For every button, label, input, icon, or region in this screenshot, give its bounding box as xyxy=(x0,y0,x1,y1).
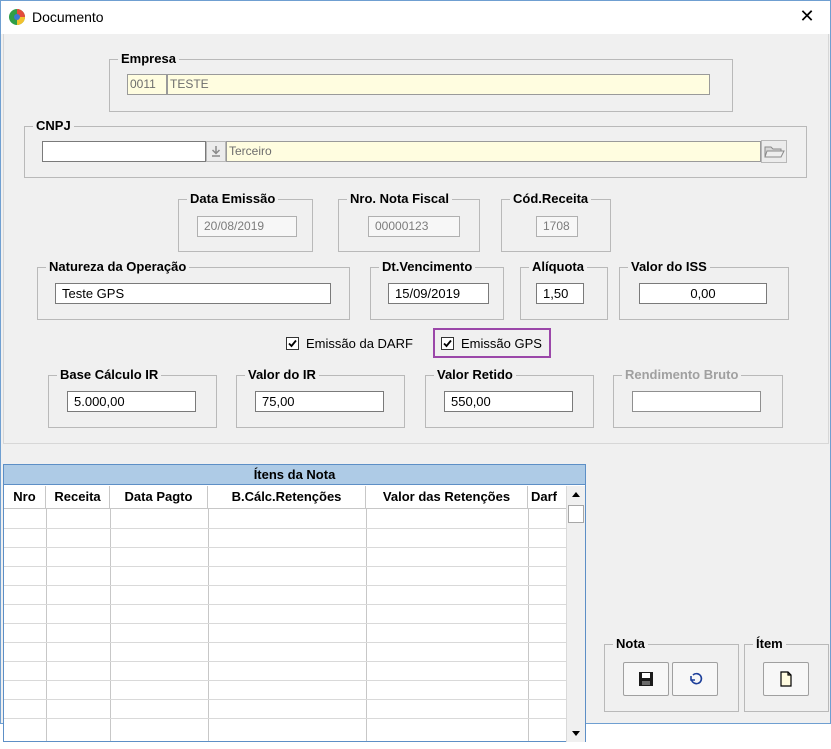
rendimento-bruto-legend: Rendimento Bruto xyxy=(625,367,739,382)
valor-ir-input[interactable]: 75,00 xyxy=(255,391,384,412)
title-bar: Documento ✕ xyxy=(1,1,830,34)
scroll-thumb[interactable] xyxy=(568,505,584,523)
items-grid-header: Nro Receita Data Pagto B.Cálc.Retenções … xyxy=(4,486,567,509)
data-emissao-field: 20/08/2019 xyxy=(197,216,297,237)
nota-legend: Nota xyxy=(616,636,645,651)
grid-column-line xyxy=(110,509,111,741)
folder-open-icon xyxy=(764,146,785,158)
items-grid[interactable]: Ítens da Nota Nro Receita Data Pagto B.C… xyxy=(3,464,586,742)
column-header-bcalc-retencoes[interactable]: B.Cálc.Retenções xyxy=(208,486,366,509)
scroll-down-icon xyxy=(572,731,580,736)
new-item-button[interactable] xyxy=(763,662,809,696)
cod-receita-field: 1708 xyxy=(536,216,578,237)
emissao-darf-checkbox[interactable]: Emissão da DARF xyxy=(286,336,426,354)
app-globe-icon xyxy=(9,9,25,25)
grid-row-line xyxy=(4,642,566,643)
cnpj-type-field: Terceiro xyxy=(226,141,761,162)
checkmark-icon xyxy=(441,337,454,350)
data-emissao-legend: Data Emissão xyxy=(190,191,276,206)
undo-button[interactable] xyxy=(672,662,718,696)
aliquota-legend: Alíquota xyxy=(532,259,584,274)
save-disk-icon xyxy=(639,672,653,686)
close-button[interactable]: ✕ xyxy=(784,1,830,32)
base-calculo-input[interactable]: 5.000,00 xyxy=(67,391,196,412)
save-button[interactable] xyxy=(623,662,669,696)
grid-row-line xyxy=(4,661,566,662)
scroll-up-icon xyxy=(572,492,580,497)
cnpj-legend: CNPJ xyxy=(36,118,71,133)
natureza-legend: Natureza da Operação xyxy=(49,259,187,274)
close-icon: ✕ xyxy=(799,6,815,26)
cnpj-input[interactable] xyxy=(42,141,206,162)
scroll-down-button[interactable] xyxy=(567,724,585,742)
scroll-up-button[interactable] xyxy=(567,486,585,504)
grid-row-line xyxy=(4,699,566,700)
dt-vencimento-legend: Dt.Vencimento xyxy=(382,259,473,274)
valor-ir-legend: Valor do IR xyxy=(248,367,316,382)
column-header-valor-retencoes[interactable]: Valor das Retenções xyxy=(366,486,528,509)
base-calculo-legend: Base Cálculo IR xyxy=(60,367,159,382)
valor-iss-legend: Valor do ISS xyxy=(631,259,707,274)
grid-row-line xyxy=(4,566,566,567)
grid-row-line xyxy=(4,680,566,681)
grid-column-line xyxy=(528,509,529,741)
column-header-nro[interactable]: Nro xyxy=(4,486,46,509)
empresa-name-field: TESTE xyxy=(167,74,710,95)
valor-retido-input[interactable]: 550,00 xyxy=(444,391,573,412)
grid-column-line xyxy=(46,509,47,741)
client-area: Empresa 0011 TESTE CNPJ Terceiro Data Em… xyxy=(3,34,829,742)
item-legend: Ítem xyxy=(756,636,783,651)
grid-row-line xyxy=(4,623,566,624)
document-window: Documento ✕ Empresa 0011 TESTE CNPJ Terc… xyxy=(0,0,831,742)
dt-vencimento-input[interactable]: 15/09/2019 xyxy=(388,283,489,304)
grid-row-line xyxy=(4,585,566,586)
emissao-gps-label: Emissão GPS xyxy=(461,336,542,351)
empresa-code-field: 0011 xyxy=(127,74,167,95)
cod-receita-legend: Cód.Receita xyxy=(513,191,589,206)
grid-column-line xyxy=(208,509,209,741)
dropdown-arrow-icon xyxy=(211,146,221,157)
document-header-panel: Empresa 0011 TESTE CNPJ Terceiro Data Em… xyxy=(3,34,829,444)
grid-row-line xyxy=(4,528,566,529)
grid-column-line xyxy=(366,509,367,741)
grid-row-line xyxy=(4,604,566,605)
grid-row-line xyxy=(4,547,566,548)
window-title: Documento xyxy=(32,9,104,25)
valor-retido-legend: Valor Retido xyxy=(437,367,513,382)
column-header-data-pagto[interactable]: Data Pagto xyxy=(110,486,208,509)
column-header-darf[interactable]: Darf xyxy=(528,486,567,509)
natureza-input[interactable]: Teste GPS xyxy=(55,283,331,304)
checkmark-icon xyxy=(286,337,299,350)
nro-nota-legend: Nro. Nota Fiscal xyxy=(350,191,449,206)
items-grid-title: Ítens da Nota xyxy=(4,465,585,485)
empresa-legend: Empresa xyxy=(121,51,176,66)
column-header-receita[interactable]: Receita xyxy=(46,486,110,509)
browse-folder-button[interactable] xyxy=(761,140,787,163)
items-grid-scrollbar[interactable] xyxy=(566,486,585,742)
nro-nota-field: 00000123 xyxy=(368,216,460,237)
grid-row-line xyxy=(4,718,566,719)
emissao-darf-label: Emissão da DARF xyxy=(306,336,413,351)
undo-icon xyxy=(690,672,703,685)
aliquota-input[interactable]: 1,50 xyxy=(536,283,584,304)
new-document-icon xyxy=(780,671,792,687)
rendimento-bruto-input xyxy=(632,391,761,412)
cnpj-dropdown-button[interactable] xyxy=(206,141,226,162)
valor-iss-input[interactable]: 0,00 xyxy=(639,283,767,304)
emissao-gps-checkbox[interactable]: Emissão GPS xyxy=(441,336,542,354)
